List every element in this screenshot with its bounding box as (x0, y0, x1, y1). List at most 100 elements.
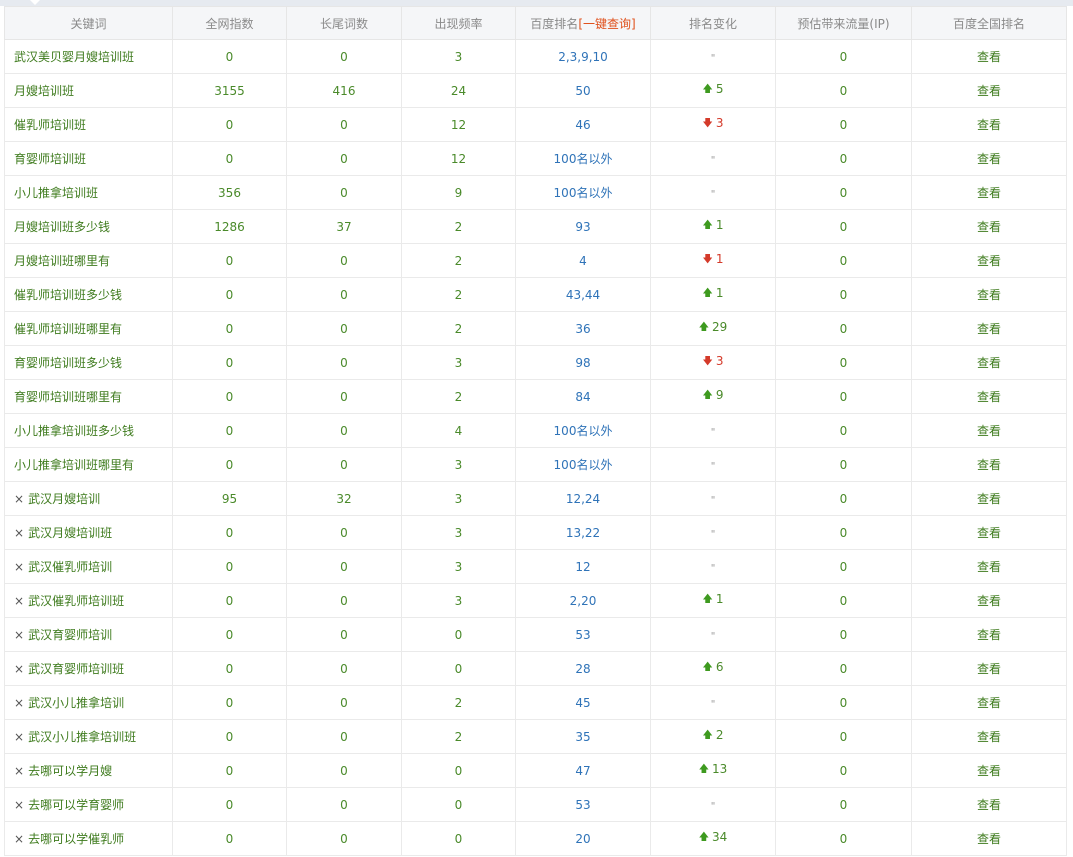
keyword-text[interactable]: 小儿推拿培训班 (14, 186, 98, 200)
keyword-text[interactable]: 武汉催乳师培训班 (28, 594, 124, 608)
keyword-text[interactable]: 月嫂培训班哪里有 (14, 254, 110, 268)
view-national-rank-link[interactable]: 查看 (911, 141, 1067, 176)
keyword-text[interactable]: 育婴师培训班哪里有 (14, 390, 122, 404)
view-national-rank-link[interactable]: 查看 (911, 685, 1067, 720)
frequency-cell: 3 (401, 447, 516, 482)
view-national-rank-link[interactable]: 查看 (911, 379, 1067, 414)
remove-keyword-icon[interactable]: × (14, 662, 24, 676)
view-national-rank-link[interactable]: 查看 (911, 175, 1067, 210)
rank-change-value: 13 (712, 761, 728, 776)
remove-keyword-icon[interactable]: × (14, 832, 24, 846)
view-national-rank-link[interactable]: 查看 (911, 515, 1067, 550)
rank-change-value: 34 (712, 829, 728, 844)
traffic-cell: 0 (775, 685, 912, 720)
keyword-cell: × 去哪可以学催乳师 (4, 821, 173, 856)
remove-keyword-icon[interactable]: × (14, 798, 24, 812)
longtail-cell: 0 (286, 243, 402, 278)
view-national-rank-link[interactable]: 查看 (911, 39, 1067, 74)
frequency-cell: 3 (401, 481, 516, 516)
keyword-text[interactable]: 武汉美贝婴月嫂培训班 (14, 50, 134, 64)
remove-keyword-icon[interactable]: × (14, 730, 24, 744)
view-national-rank-link[interactable]: 查看 (911, 583, 1067, 618)
index-cell: 3155 (172, 73, 287, 108)
keyword-text[interactable]: 育婴师培训班多少钱 (14, 356, 122, 370)
keyword-text[interactable]: 催乳师培训班多少钱 (14, 288, 122, 302)
view-national-rank-link[interactable]: 查看 (911, 311, 1067, 346)
remove-keyword-icon[interactable]: × (14, 492, 24, 506)
index-cell: 0 (172, 345, 287, 380)
longtail-cell: 0 (286, 413, 402, 448)
view-national-rank-link[interactable]: 查看 (911, 73, 1067, 108)
rank-cell: 100名以外 (515, 447, 651, 482)
longtail-cell: 0 (286, 345, 402, 380)
remove-keyword-icon[interactable]: × (14, 628, 24, 642)
view-national-rank-link[interactable]: 查看 (911, 719, 1067, 754)
keyword-text[interactable]: 武汉育婴师培训班 (28, 662, 124, 676)
rank-change-value: 5 (715, 81, 724, 96)
rank-cell: 53 (515, 617, 651, 652)
rank-change-cell: 🡅 6 (650, 651, 776, 686)
table-row: 育婴师培训班 0 0 12 100名以外 " 0 查看 (4, 141, 1067, 176)
keyword-cell: × 武汉催乳师培训 (4, 549, 173, 584)
view-national-rank-link[interactable]: 查看 (911, 277, 1067, 312)
view-national-rank-link[interactable]: 查看 (911, 243, 1067, 278)
view-national-rank-link[interactable]: 查看 (911, 549, 1067, 584)
rank-change-cell: " (650, 481, 776, 516)
remove-keyword-icon[interactable]: × (14, 526, 24, 540)
rank-change-value: 29 (712, 319, 728, 334)
view-national-rank-link[interactable]: 查看 (911, 447, 1067, 482)
keyword-text[interactable]: 去哪可以学月嫂 (28, 764, 112, 778)
rank-change-value: 9 (715, 387, 724, 402)
rank-cell: 2,3,9,10 (515, 39, 651, 74)
keyword-text[interactable]: 月嫂培训班 (14, 84, 74, 98)
keyword-text[interactable]: 小儿推拿培训班多少钱 (14, 424, 134, 438)
traffic-cell: 0 (775, 549, 912, 584)
keyword-text[interactable]: 去哪可以学育婴师 (28, 798, 124, 812)
rank-cell: 100名以外 (515, 175, 651, 210)
keyword-text[interactable]: 小儿推拿培训班哪里有 (14, 458, 134, 472)
traffic-cell: 0 (775, 447, 912, 482)
view-national-rank-link[interactable]: 查看 (911, 821, 1067, 856)
keyword-text[interactable]: 武汉月嫂培训 (28, 492, 100, 506)
keyword-text[interactable]: 催乳师培训班哪里有 (14, 322, 122, 336)
keyword-text[interactable]: 武汉小儿推拿培训 (28, 696, 124, 710)
keyword-text[interactable]: 去哪可以学催乳师 (28, 832, 124, 846)
keyword-text[interactable]: 武汉催乳师培训 (28, 560, 112, 574)
keyword-text[interactable]: 武汉育婴师培训 (28, 628, 112, 642)
keyword-text[interactable]: 催乳师培训班 (14, 118, 86, 132)
keyword-cell: 育婴师培训班多少钱 (4, 345, 173, 380)
remove-keyword-icon[interactable]: × (14, 696, 24, 710)
no-change-mark: " (710, 698, 716, 710)
view-national-rank-link[interactable]: 查看 (911, 413, 1067, 448)
rank-cell: 4 (515, 243, 651, 278)
view-national-rank-link[interactable]: 查看 (911, 617, 1067, 652)
frequency-cell: 2 (401, 719, 516, 754)
keyword-text[interactable]: 武汉小儿推拿培训班 (28, 730, 136, 744)
view-national-rank-link[interactable]: 查看 (911, 209, 1067, 244)
table-row: 催乳师培训班哪里有 0 0 2 36 🡅 29 0 查看 (4, 311, 1067, 346)
keyword-text[interactable]: 月嫂培训班多少钱 (14, 220, 110, 234)
rank-cell: 98 (515, 345, 651, 380)
keyword-text[interactable]: 育婴师培训班 (14, 152, 86, 166)
keyword-text[interactable]: 武汉月嫂培训班 (28, 526, 112, 540)
view-national-rank-link[interactable]: 查看 (911, 651, 1067, 686)
traffic-cell: 0 (775, 311, 912, 346)
view-national-rank-link[interactable]: 查看 (911, 753, 1067, 788)
keyword-cell: × 去哪可以学月嫂 (4, 753, 173, 788)
view-national-rank-link[interactable]: 查看 (911, 107, 1067, 142)
no-change-mark: " (710, 188, 716, 200)
view-national-rank-link[interactable]: 查看 (911, 345, 1067, 380)
frequency-cell: 2 (401, 277, 516, 312)
remove-keyword-icon[interactable]: × (14, 594, 24, 608)
rank-cell: 2,20 (515, 583, 651, 618)
index-cell: 0 (172, 379, 287, 414)
view-national-rank-link[interactable]: 查看 (911, 787, 1067, 822)
remove-keyword-icon[interactable]: × (14, 560, 24, 574)
view-national-rank-link[interactable]: 查看 (911, 481, 1067, 516)
rank-change-cell: 🡅 34 (650, 821, 776, 856)
remove-keyword-icon[interactable]: × (14, 764, 24, 778)
rank-change-value: 1 (715, 251, 724, 266)
keyword-cell: 小儿推拿培训班哪里有 (4, 447, 173, 482)
no-change-mark: " (710, 562, 716, 574)
one-click-query-link[interactable]: [一键查询] (578, 17, 635, 31)
